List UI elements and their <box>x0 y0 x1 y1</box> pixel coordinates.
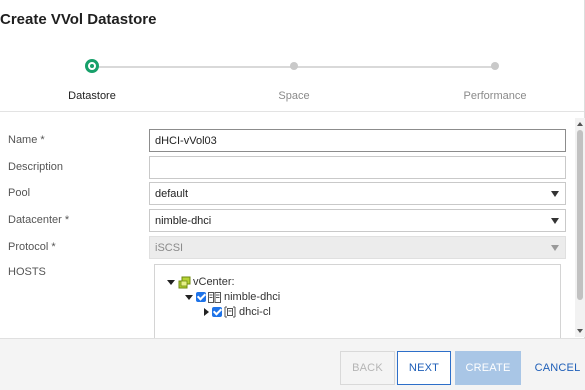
step-indicator-performance <box>491 62 499 70</box>
create-button[interactable]: CREATE <box>455 351 521 385</box>
datacenter-select-value: nimble-dhci <box>155 215 212 227</box>
vcenter-icon <box>178 276 191 288</box>
datacenter-icon <box>208 291 221 303</box>
cluster-checkbox[interactable] <box>212 307 222 317</box>
tree-node-cluster[interactable]: dhci-cl <box>204 305 271 319</box>
protocol-label: Protocol * <box>8 241 56 253</box>
tree-node-datacenter[interactable]: nimble-dhci <box>185 290 280 304</box>
dialog-footer: BACK NEXT CREATE CANCEL <box>0 338 585 390</box>
description-row: Description <box>0 156 575 180</box>
scroll-up-icon[interactable] <box>577 122 583 126</box>
step-indicator-datastore <box>85 59 99 73</box>
protocol-row: Protocol * iSCSI <box>0 236 575 260</box>
tree-node-label: dhci-cl <box>239 306 271 318</box>
cancel-button[interactable]: CANCEL <box>530 351 585 385</box>
create-vvol-datastore-dialog: Create VVol Datastore Datastore Space Pe… <box>0 0 585 390</box>
expand-toggle-icon[interactable] <box>185 294 193 300</box>
chevron-down-icon <box>551 191 559 197</box>
description-input[interactable] <box>149 156 566 179</box>
expand-toggle-icon[interactable] <box>167 279 175 285</box>
chevron-down-icon <box>551 245 559 251</box>
name-input[interactable]: dHCI-vVol03 <box>149 129 566 152</box>
step-label-datastore: Datastore <box>68 90 116 102</box>
scroll-down-icon[interactable] <box>577 329 583 333</box>
description-label: Description <box>8 161 64 173</box>
expand-toggle-icon[interactable] <box>204 308 209 316</box>
form-scrollbar[interactable] <box>575 118 585 337</box>
pool-row: Pool default <box>0 182 575 206</box>
next-button[interactable]: NEXT <box>397 351 451 385</box>
hosts-tree: vCenter: nimble-dhci dhci-cl <box>154 264 561 339</box>
name-label: Name * <box>8 134 45 146</box>
back-button[interactable]: BACK <box>340 351 395 385</box>
stepper-line <box>99 66 294 68</box>
wizard-stepper: Datastore Space Performance <box>0 52 585 108</box>
cluster-icon <box>224 306 236 318</box>
step-label-performance: Performance <box>463 90 527 102</box>
protocol-select: iSCSI <box>149 236 566 259</box>
datacenter-checkbox[interactable] <box>196 292 206 302</box>
protocol-select-value: iSCSI <box>155 242 184 254</box>
datacenter-select[interactable]: nimble-dhci <box>149 209 566 232</box>
step-indicator-space <box>290 62 298 70</box>
tree-node-label: vCenter: <box>193 276 235 288</box>
pool-label: Pool <box>8 187 31 199</box>
dialog-title: Create VVol Datastore <box>0 11 157 28</box>
tree-node-vcenter[interactable]: vCenter: <box>167 275 235 289</box>
pool-select-value: default <box>155 188 189 200</box>
scrollbar-thumb[interactable] <box>577 130 583 300</box>
stepper-line <box>294 66 495 68</box>
datacenter-row: Datacenter * nimble-dhci <box>0 209 575 233</box>
name-row: Name * dHCI-vVol03 <box>0 129 575 153</box>
hosts-label: HOSTS <box>8 266 46 278</box>
chevron-down-icon <box>551 218 559 224</box>
step-label-space: Space <box>278 90 310 102</box>
tree-node-label: nimble-dhci <box>224 291 281 303</box>
datacenter-label: Datacenter * <box>8 214 70 226</box>
pool-select[interactable]: default <box>149 182 566 205</box>
